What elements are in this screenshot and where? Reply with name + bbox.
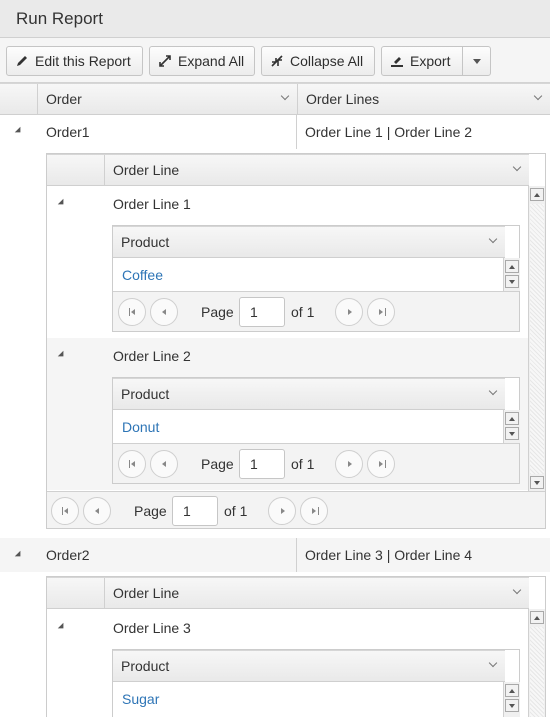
order-lines: Order Line 1 | Order Line 2	[305, 124, 473, 140]
title-bar: Run Report	[0, 0, 550, 38]
column-product[interactable]: Product	[113, 379, 505, 409]
prev-page-icon[interactable]	[83, 497, 111, 525]
scroll-down-icon[interactable]	[505, 699, 519, 712]
product-link[interactable]: Coffee	[122, 267, 163, 283]
export-button[interactable]: Export	[381, 46, 491, 76]
product-scrollbar[interactable]	[503, 682, 520, 717]
pager: Page 1 of 1	[113, 291, 519, 331]
chevron-down-icon[interactable]	[281, 93, 289, 101]
detail-scrollbar[interactable]	[528, 609, 545, 717]
first-page-icon[interactable]	[51, 497, 79, 525]
page-input[interactable]: 1	[172, 496, 218, 526]
scroll-down-icon[interactable]	[530, 476, 544, 489]
page-title: Run Report	[16, 9, 103, 28]
collapse-all-button[interactable]: Collapse All	[261, 46, 375, 76]
page-count: of 1	[291, 456, 315, 472]
expand-all-button[interactable]: Expand All	[149, 46, 255, 76]
order-name: Order2	[46, 547, 90, 563]
page-input[interactable]: 1	[239, 449, 285, 479]
collapse-icon	[271, 55, 283, 67]
toolbar: Edit this Report Expand All Collapse All…	[0, 38, 550, 83]
order-lines: Order Line 3 | Order Line 4	[305, 547, 473, 563]
product-header: Product	[113, 650, 505, 682]
pencil-icon	[17, 56, 27, 66]
first-page-icon[interactable]	[118, 450, 146, 478]
column-product[interactable]: Product	[113, 227, 505, 257]
pager: Page 1 of 1	[113, 443, 519, 483]
collapse-row-icon[interactable]	[14, 126, 24, 136]
product-scrollbar[interactable]	[503, 410, 520, 443]
page-label: Page	[201, 304, 234, 320]
next-page-icon[interactable]	[335, 450, 363, 478]
product-scrollbar[interactable]	[503, 258, 520, 291]
detail-header: Order Line	[47, 577, 529, 609]
scroll-up-icon[interactable]	[530, 611, 544, 624]
detail-scrollbar[interactable]	[528, 186, 545, 491]
chevron-down-icon[interactable]	[489, 236, 497, 244]
order-line-name: Order Line 2	[113, 348, 191, 364]
column-order[interactable]: Order	[37, 84, 297, 114]
column-order-line[interactable]: Order Line	[104, 578, 529, 608]
prev-page-icon[interactable]	[150, 298, 178, 326]
scroll-down-icon[interactable]	[505, 427, 519, 440]
page-label: Page	[134, 503, 167, 519]
column-product[interactable]: Product	[113, 651, 505, 681]
chevron-down-icon[interactable]	[489, 388, 497, 396]
product-header: Product	[113, 226, 505, 258]
detail-header: Order Line	[47, 154, 529, 186]
export-icon	[391, 57, 403, 67]
next-page-icon[interactable]	[268, 497, 296, 525]
last-page-icon[interactable]	[367, 450, 395, 478]
chevron-down-icon[interactable]	[513, 164, 521, 172]
page-label: Page	[201, 456, 234, 472]
pager: Page 1 of 1	[47, 491, 545, 528]
product-link[interactable]: Donut	[122, 419, 159, 435]
page-input[interactable]: 1	[239, 297, 285, 327]
scroll-up-icon[interactable]	[530, 188, 544, 201]
column-order-lines[interactable]: Order Lines	[297, 84, 550, 114]
first-page-icon[interactable]	[118, 298, 146, 326]
edit-report-button[interactable]: Edit this Report	[6, 46, 143, 76]
order-name: Order1	[46, 124, 90, 140]
product-link[interactable]: Sugar	[122, 691, 159, 707]
split-divider	[462, 47, 463, 75]
grid-header: Order Order Lines	[0, 83, 550, 115]
scroll-down-icon[interactable]	[505, 275, 519, 288]
last-page-icon[interactable]	[300, 497, 328, 525]
chevron-down-icon[interactable]	[534, 93, 542, 101]
product-header: Product	[113, 378, 505, 410]
page-count: of 1	[291, 304, 315, 320]
next-page-icon[interactable]	[335, 298, 363, 326]
last-page-icon[interactable]	[367, 298, 395, 326]
order-line-name: Order Line 1	[113, 196, 191, 212]
scroll-up-icon[interactable]	[505, 260, 519, 273]
chevron-down-icon[interactable]	[513, 587, 521, 595]
export-dropdown-icon[interactable]	[473, 59, 481, 64]
prev-page-icon[interactable]	[150, 450, 178, 478]
page-count: of 1	[224, 503, 248, 519]
expand-icon	[159, 55, 171, 67]
order-line-name: Order Line 3	[113, 620, 191, 636]
scroll-up-icon[interactable]	[505, 412, 519, 425]
scroll-up-icon[interactable]	[505, 684, 519, 697]
chevron-down-icon[interactable]	[489, 660, 497, 668]
column-order-line[interactable]: Order Line	[104, 155, 529, 185]
